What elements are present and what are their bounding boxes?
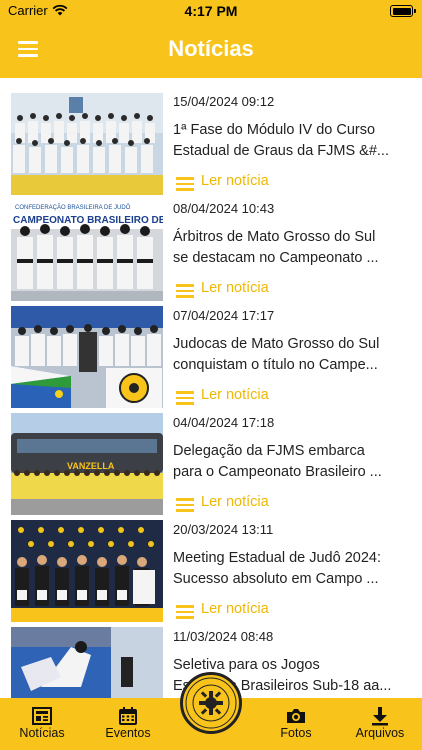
fjms-logo-icon[interactable] [180, 672, 242, 734]
news-thumbnail[interactable]: VANZELLA [11, 413, 163, 515]
tab-arquivos[interactable]: Arquivos [346, 698, 414, 750]
news-headline-line: para o Campeonato Brasileiro ... [173, 464, 382, 480]
news-headline-line: Árbitros de Mato Grosso do Sul [173, 229, 376, 245]
news-headline[interactable]: 1ª Fase do Módulo IV do Curso Estadual d… [173, 120, 413, 162]
news-headline[interactable]: Delegação da FJMS embarca para o Campeon… [173, 441, 413, 483]
news-thumbnail[interactable] [11, 93, 163, 195]
news-headline[interactable]: Meeting Estadual de Judô 2024: Sucesso a… [173, 548, 413, 590]
news-headline[interactable]: Judocas de Mato Grosso do Sul conquistam… [173, 334, 413, 376]
tab-eventos[interactable]: Eventos [94, 698, 162, 750]
page-title: Notícias [168, 36, 254, 61]
news-date: 08/04/2024 10:43 [173, 201, 275, 216]
news-thumbnail[interactable] [11, 627, 163, 698]
news-thumbnail[interactable]: CONFEDERAÇÃO BRASILEIRA DE JUDÔ CAMPEONA… [11, 199, 163, 301]
camera-icon [287, 709, 305, 723]
news-list[interactable]: 15/04/2024 09:12 1ª Fase do Módulo IV do… [0, 78, 422, 698]
news-date: 15/04/2024 09:12 [173, 94, 275, 109]
news-date: 20/03/2024 13:11 [173, 522, 274, 537]
app-header: Carrier 4:17 PM Notícias [0, 0, 422, 78]
status-time: 4:17 PM [184, 3, 238, 19]
news-headline-line: Meeting Estadual de Judô 2024: [173, 550, 381, 566]
newspaper-icon [32, 707, 52, 725]
news-headline-line: Sucesso absoluto em Campo ... [173, 571, 379, 587]
news-headline-line: Judocas de Mato Grosso do Sul [173, 336, 380, 352]
news-headline-line: Delegação da FJMS embarca [173, 443, 365, 459]
news-headline-line: Estadual de Graus da FJMS &#... [173, 143, 389, 159]
tab-label: Notícias [19, 726, 65, 740]
news-item[interactable]: 15/04/2024 09:12 1ª Fase do Módulo IV do… [0, 78, 422, 195]
news-headline[interactable]: Árbitros de Mato Grosso do Sul se destac… [173, 227, 413, 269]
status-bar: Carrier 4:17 PM [0, 0, 422, 22]
news-thumbnail[interactable] [11, 520, 163, 622]
news-date: 07/04/2024 17:17 [173, 308, 275, 323]
tab-label: Fotos [280, 726, 312, 740]
tab-label: Arquivos [355, 726, 405, 740]
calendar-icon [119, 707, 137, 725]
battery-icon [390, 5, 416, 17]
banner-top-text: CONFEDERAÇÃO BRASILEIRA DE JUDÔ [15, 204, 131, 211]
news-item[interactable]: CONFEDERAÇÃO BRASILEIRA DE JUDÔ CAMPEONA… [0, 185, 422, 301]
news-date: 04/04/2024 17:18 [173, 415, 275, 430]
news-item[interactable]: 07/04/2024 17:17 Judocas de Mato Grosso … [0, 292, 422, 408]
news-item[interactable]: VANZELLA 04/04/2024 17:18 Delegação da F… [0, 399, 422, 515]
tab-noticias[interactable]: Notícias [8, 698, 76, 750]
news-date: 11/03/2024 08:48 [173, 629, 274, 644]
tab-fotos[interactable]: Fotos [262, 698, 330, 750]
news-headline-line: se destacam no Campeonato ... [173, 250, 379, 266]
download-icon [372, 707, 388, 726]
tab-label: Eventos [105, 726, 151, 740]
news-headline-line: conquistam o título no Campe... [173, 357, 378, 373]
news-item[interactable]: 20/03/2024 13:11 Meeting Estadual de Jud… [0, 506, 422, 622]
news-headline-line: 1ª Fase do Módulo IV do Curso [173, 122, 376, 138]
banner-text: CAMPEONATO BRASILEIRO DE JUDÔ [13, 213, 163, 226]
news-thumbnail[interactable] [11, 306, 163, 408]
bus-text: VANZELLA [67, 461, 115, 471]
